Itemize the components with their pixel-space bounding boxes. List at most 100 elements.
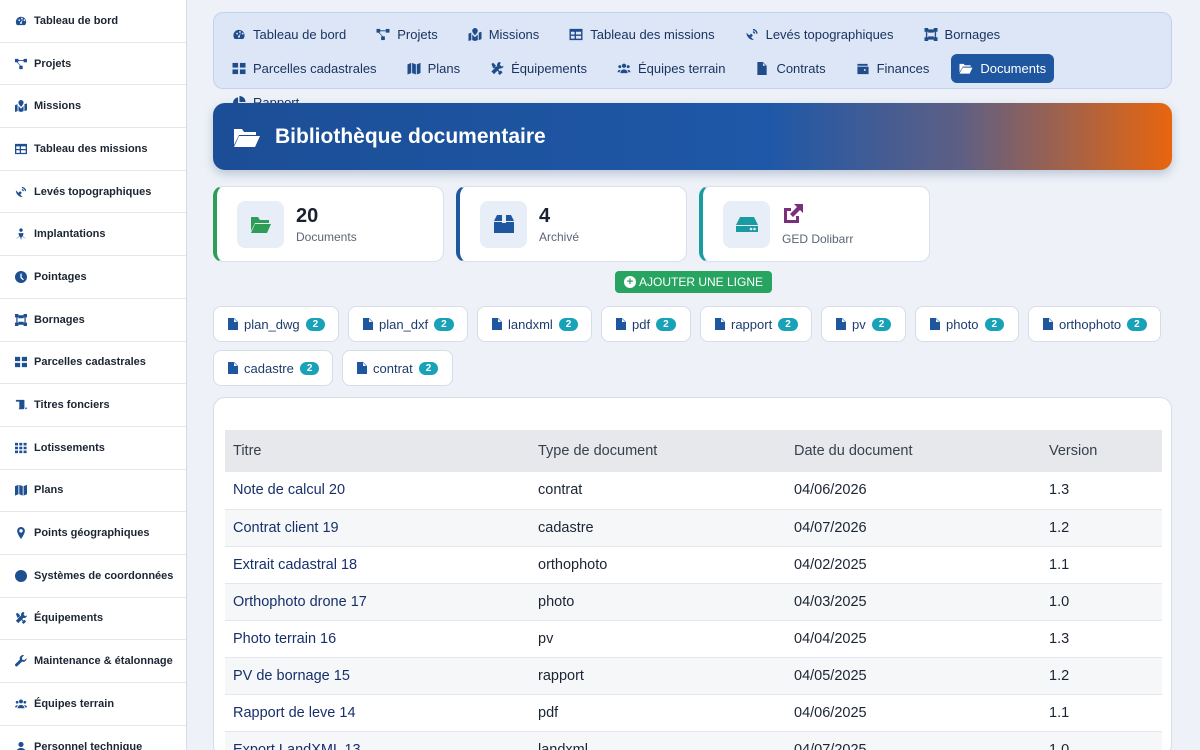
- doc-type-filter-orthophoto[interactable]: orthophoto 2: [1028, 306, 1161, 342]
- sidebar-item-tableau-de-bord[interactable]: Tableau de bord: [0, 0, 186, 43]
- tab-equipements[interactable]: Équipements: [482, 54, 595, 83]
- add-line-button[interactable]: + AJOUTER UNE LIGNE: [615, 271, 773, 293]
- stat-card-archived[interactable]: 4 Archivé: [456, 186, 687, 262]
- table-row[interactable]: Note de calcul 20 contrat 04/06/2026 1.3: [225, 472, 1162, 510]
- sidebar-item-label: Maintenance & étalonnage: [34, 655, 173, 668]
- sidebar-item-lotissements[interactable]: Lotissements: [0, 427, 186, 470]
- tab-label: Finances: [876, 61, 930, 76]
- plus-circle-icon: +: [624, 276, 636, 288]
- wallet-icon: [856, 62, 871, 76]
- sidebar-item-implantations[interactable]: Implantations: [0, 213, 186, 257]
- count-badge: 2: [299, 361, 320, 375]
- documents-table-card: Titre Type de document Date du document …: [213, 397, 1172, 750]
- doc-type-filter-plan-dxf[interactable]: plan_dxf 2: [348, 306, 468, 342]
- stat-card-documents[interactable]: 20 Documents: [213, 186, 444, 262]
- column-header-date[interactable]: Date du document: [786, 430, 1041, 472]
- external-link-icon[interactable]: [782, 203, 853, 230]
- sidebar-item-label: Équipements: [34, 612, 104, 625]
- doc-type-filter-plan-dwg[interactable]: plan_dwg 2: [213, 306, 339, 342]
- document-title-link[interactable]: PV de bornage 15: [225, 657, 530, 695]
- stat-label: Documents: [296, 230, 357, 244]
- tab-leves-topographiques[interactable]: Levés topographiques: [737, 20, 902, 49]
- document-version-cell: 1.2: [1041, 509, 1162, 547]
- tab-plans[interactable]: Plans: [399, 54, 469, 83]
- sidebar-item-titres-fonciers[interactable]: Titres fonciers: [0, 384, 186, 427]
- file-icon: [836, 318, 846, 330]
- table-row[interactable]: Contrat client 19 cadastre 04/07/2026 1.2: [225, 509, 1162, 547]
- sidebar-item-label: Parcelles cadastrales: [34, 356, 146, 369]
- tab-label: Parcelles cadastrales: [253, 61, 377, 76]
- doc-type-filter-landxml[interactable]: landxml 2: [477, 306, 592, 342]
- table-row[interactable]: Photo terrain 16 pv 04/04/2025 1.3: [225, 620, 1162, 658]
- column-header-version[interactable]: Version: [1041, 430, 1162, 472]
- folder-open-icon: [250, 217, 271, 233]
- sidebar-item-label: Missions: [34, 100, 82, 113]
- stat-card-ged[interactable]: GED Dolibarr: [699, 186, 930, 262]
- doc-type-label: orthophoto: [1059, 316, 1122, 332]
- doc-type-label: rapport: [731, 316, 773, 332]
- sidebar-item-label: Bornages: [34, 313, 85, 326]
- table-row[interactable]: Export LandXML 13 landxml 04/07/2025 1.0: [225, 731, 1162, 750]
- table-row[interactable]: Orthophoto drone 17 photo 04/03/2025 1.0: [225, 583, 1162, 621]
- tab-tableau-des-missions[interactable]: Tableau des missions: [561, 20, 722, 49]
- sidebar-item-plans[interactable]: Plans: [0, 470, 186, 513]
- document-version-cell: 1.3: [1041, 620, 1162, 658]
- tab-parcelles-cadastrales[interactable]: Parcelles cadastrales: [224, 54, 385, 83]
- tab-label: Tableau de bord: [253, 27, 347, 42]
- tab-bornages[interactable]: Bornages: [916, 20, 1009, 49]
- document-title-link[interactable]: Rapport de leve 14: [225, 694, 530, 732]
- sidebar-item-bornages[interactable]: Bornages: [0, 299, 186, 342]
- tab-label: Équipements: [511, 61, 587, 76]
- document-title-link[interactable]: Export LandXML 13: [225, 731, 530, 750]
- doc-type-filter-rapport[interactable]: rapport 2: [700, 306, 812, 342]
- document-title-link[interactable]: Orthophoto drone 17: [225, 583, 530, 621]
- sidebar-item-equipements[interactable]: Équipements: [0, 598, 186, 641]
- tab-missions[interactable]: Missions: [460, 20, 548, 49]
- project-diagram-icon: [376, 28, 391, 42]
- document-title-link[interactable]: Note de calcul 20: [225, 472, 530, 510]
- map-marked-icon: [468, 28, 483, 42]
- table-row[interactable]: Extrait cadastral 18 orthophoto 04/02/2025…: [225, 546, 1162, 584]
- doc-type-filter-pdf[interactable]: pdf 2: [601, 306, 691, 342]
- sidebar-item-tableau-des-missions[interactable]: Tableau des missions: [0, 128, 186, 171]
- count-badge: 2: [871, 317, 892, 331]
- satellite-dish-icon: [745, 28, 760, 42]
- sidebar-item-systemes-de-coordonnees[interactable]: Systèmes de coordonnées: [0, 555, 186, 598]
- doc-type-filter-photo[interactable]: photo 2: [915, 306, 1019, 342]
- sidebar-item-parcelles-cadastrales[interactable]: Parcelles cadastrales: [0, 342, 186, 385]
- doc-type-filter-contrat[interactable]: contrat 2: [342, 350, 453, 386]
- stat-label: Archivé: [539, 230, 580, 244]
- tab-projets[interactable]: Projets: [368, 20, 445, 49]
- stat-icon-box: [480, 200, 527, 248]
- tab-equipes-terrain[interactable]: Équipes terrain: [609, 54, 733, 83]
- grid-icon: [232, 62, 247, 76]
- sidebar-item-label: Équipes terrain: [34, 697, 115, 710]
- doc-type-filter-pv[interactable]: pv 2: [821, 306, 906, 342]
- doc-type-filter-cadastre[interactable]: cadastre 2: [213, 350, 333, 386]
- sidebar-item-pointages[interactable]: Pointages: [0, 256, 186, 299]
- document-type-cell: landxml: [530, 731, 786, 750]
- column-header-title[interactable]: Titre: [225, 430, 530, 472]
- sidebar-item-maintenance-etalonnage[interactable]: Maintenance & étalonnage: [0, 640, 186, 683]
- column-header-type[interactable]: Type de document: [530, 430, 786, 472]
- person-pin-icon: [14, 228, 27, 241]
- sidebar-item-missions[interactable]: Missions: [0, 85, 186, 129]
- sidebar-item-personnel-technique[interactable]: Personnel technique: [0, 726, 186, 750]
- document-date-cell: 04/06/2025: [786, 694, 1041, 732]
- tab-label: Missions: [488, 27, 540, 42]
- tab-finances[interactable]: Finances: [848, 54, 938, 83]
- document-date-cell: 04/06/2026: [786, 472, 1041, 510]
- sidebar-item-leves-topographiques[interactable]: Levés topographiques: [0, 171, 186, 214]
- sidebar-item-equipes-terrain[interactable]: Équipes terrain: [0, 683, 186, 726]
- table-row[interactable]: Rapport de leve 14 pdf 04/06/2025 1.1: [225, 694, 1162, 732]
- document-title-link[interactable]: Photo terrain 16: [225, 620, 530, 658]
- sidebar-item-projets[interactable]: Projets: [0, 43, 186, 86]
- main-content: Tableau de bord Projets Missions Tableau de…: [187, 0, 1200, 750]
- sidebar-item-points-geographiques[interactable]: Points géographiques: [0, 512, 186, 555]
- document-title-link[interactable]: Extrait cadastral 18: [225, 546, 530, 584]
- tab-tableau-de-bord[interactable]: Tableau de bord: [224, 20, 354, 49]
- tab-documents[interactable]: Documents: [951, 54, 1055, 83]
- table-row[interactable]: PV de bornage 15 rapport 04/05/2025 1.2: [225, 657, 1162, 695]
- document-title-link[interactable]: Contrat client 19: [225, 509, 530, 547]
- tab-contrats[interactable]: Contrats: [747, 54, 833, 83]
